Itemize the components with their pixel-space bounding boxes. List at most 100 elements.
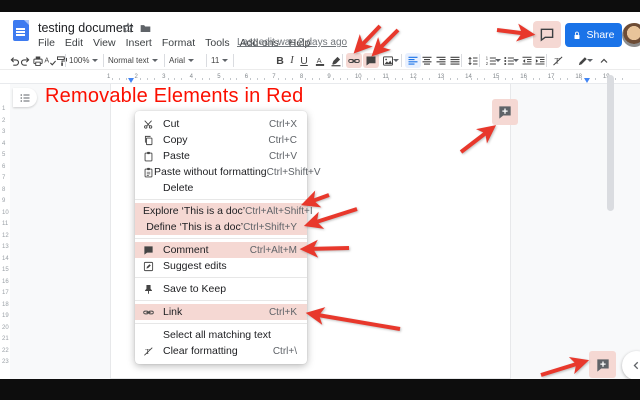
- menu-item-shortcut: Ctrl+Alt+Shift+I: [245, 206, 313, 217]
- ruler-number: 4: [2, 141, 5, 147]
- ruler-tick: [236, 78, 237, 80]
- clear-formatting-button[interactable]: [550, 53, 566, 68]
- insert-comment-icon: [365, 55, 377, 67]
- letterbox-top: [0, 0, 640, 12]
- menu-item-suggest-edits[interactable]: Suggest edits: [135, 258, 307, 274]
- menu-format[interactable]: Format: [162, 37, 195, 50]
- menu-divider: [135, 323, 307, 324]
- menu-item-label: Link: [163, 306, 269, 318]
- last-edit-link[interactable]: Last edit was 2 days ago: [237, 37, 347, 48]
- styles-select-value: Normal text: [108, 56, 149, 65]
- underline-button[interactable]: U: [296, 53, 312, 68]
- insert-comment-button[interactable]: [363, 53, 379, 68]
- menu-item-comment[interactable]: CommentCtrl+Alt+M: [135, 242, 307, 258]
- menu-item-link[interactable]: LinkCtrl+K: [135, 304, 307, 320]
- insert-link-button[interactable]: [346, 53, 362, 68]
- ruler-tick: [505, 78, 506, 80]
- ruler-number: 2: [2, 118, 5, 124]
- show-outline-button[interactable]: [13, 88, 37, 107]
- suggest-icon-cell: [143, 261, 163, 272]
- menu-tools[interactable]: Tools: [205, 37, 230, 50]
- star-icon[interactable]: [122, 22, 134, 34]
- outline-icon: [19, 92, 31, 104]
- letterbox-bottom: [0, 379, 640, 400]
- paint-format-button[interactable]: [54, 53, 70, 68]
- ruler-number: 22: [2, 348, 9, 354]
- font-size-select-value: 11: [211, 56, 219, 65]
- menu-divider: [135, 238, 307, 239]
- menu-item-shortcut: Ctrl+Shift+Y: [243, 222, 297, 233]
- hide-side-panel-button[interactable]: [622, 351, 640, 380]
- ruler-tick: [174, 78, 175, 80]
- add-comment-icon[interactable]: [596, 358, 610, 372]
- ruler-tick: [119, 78, 120, 80]
- ruler-tick: [553, 78, 554, 80]
- ruler-tick: [312, 78, 313, 80]
- menu-item-label: Clear formatting: [163, 345, 273, 357]
- menu-item-define-this-is-a-doc[interactable]: Define ‘This is a doc’Ctrl+Shift+Y: [135, 219, 307, 235]
- move-folder-icon[interactable]: [139, 23, 152, 34]
- ruler-tick: [230, 78, 231, 80]
- ruler-tick: [257, 78, 258, 80]
- font-size-select[interactable]: 11: [211, 53, 228, 68]
- ruler-tick: [264, 78, 265, 80]
- styles-select[interactable]: Normal text: [108, 53, 158, 68]
- menu-insert[interactable]: Insert: [126, 37, 152, 50]
- ruler-tick: [154, 78, 155, 80]
- ruler-tick: [533, 78, 534, 80]
- menu-item-copy[interactable]: CopyCtrl+C: [135, 132, 307, 148]
- ruler-tick: [595, 78, 596, 80]
- menu-view[interactable]: View: [93, 37, 116, 50]
- menu-item-paste[interactable]: PasteCtrl+V: [135, 148, 307, 164]
- menu-item-paste-without-formatting[interactable]: Paste without formattingCtrl+Shift+V: [135, 164, 307, 180]
- docs-logo-icon[interactable]: [13, 20, 29, 41]
- share-button[interactable]: Share: [565, 23, 622, 47]
- menu-item-explore-this-is-a-doc[interactable]: Explore ‘This is a doc’Ctrl+Alt+Shift+I: [135, 203, 307, 219]
- align-justify-icon: [449, 55, 461, 67]
- comments-history-icon[interactable]: [539, 27, 555, 42]
- editing-mode-caret[interactable]: [587, 53, 593, 68]
- menu-item-label: Define ‘This is a doc’: [146, 221, 243, 233]
- avatar[interactable]: [622, 23, 640, 47]
- copy-icon: [143, 135, 154, 146]
- document-title[interactable]: testing document: [38, 21, 133, 35]
- indent-marker[interactable]: [128, 78, 134, 83]
- ruler-tick: [209, 78, 210, 80]
- insert-image-caret[interactable]: [393, 53, 399, 68]
- chevron-down-icon: [222, 59, 228, 62]
- collapse-toolbar-button[interactable]: [596, 53, 612, 68]
- text-color-button[interactable]: [312, 53, 328, 68]
- text-color-icon: [314, 55, 326, 67]
- ruler-tick: [292, 78, 293, 80]
- menu-item-save-to-keep[interactable]: Save to Keep: [135, 281, 307, 297]
- ruler-number: 14: [2, 256, 9, 262]
- keep-icon: [143, 284, 154, 295]
- menu-divider: [135, 300, 307, 301]
- menu-item-delete[interactable]: Delete: [135, 180, 307, 196]
- vertical-scrollbar[interactable]: [607, 75, 614, 211]
- menu-item-cut[interactable]: CutCtrl+X: [135, 116, 307, 132]
- ruler-tick: [202, 78, 203, 80]
- ruler-number: 16: [2, 279, 9, 285]
- indent-marker[interactable]: [584, 78, 590, 83]
- add-comment-icon[interactable]: [498, 105, 512, 119]
- ruler-tick: [250, 78, 251, 80]
- font-select[interactable]: Arial: [169, 53, 194, 68]
- highlight-color-icon: [330, 55, 342, 67]
- menu-item-clear-formatting[interactable]: Clear formattingCtrl+\: [135, 343, 307, 359]
- ruler-number: 12: [2, 233, 9, 239]
- zoom-select[interactable]: 100%: [69, 53, 98, 68]
- menu-edit[interactable]: Edit: [65, 37, 83, 50]
- align-right-icon: [435, 55, 447, 67]
- menu-item-shortcut: Ctrl+Alt+M: [250, 245, 297, 256]
- menu-item-select-all-matching-text[interactable]: Select all matching text: [135, 327, 307, 343]
- horizontal-ruler[interactable]: 12345678910111213141516171819: [0, 71, 640, 84]
- ruler-number: 1: [107, 74, 110, 80]
- menu-file[interactable]: File: [38, 37, 55, 50]
- ruler-tick: [484, 78, 485, 80]
- toolbar: 100%Normal textArial11BIU: [0, 50, 640, 70]
- ruler-number: 11: [2, 221, 8, 227]
- clearfmt-icon: [143, 346, 154, 357]
- comment-filled-icon-cell: [143, 245, 163, 256]
- add-comment-margin-highlight: [589, 351, 616, 378]
